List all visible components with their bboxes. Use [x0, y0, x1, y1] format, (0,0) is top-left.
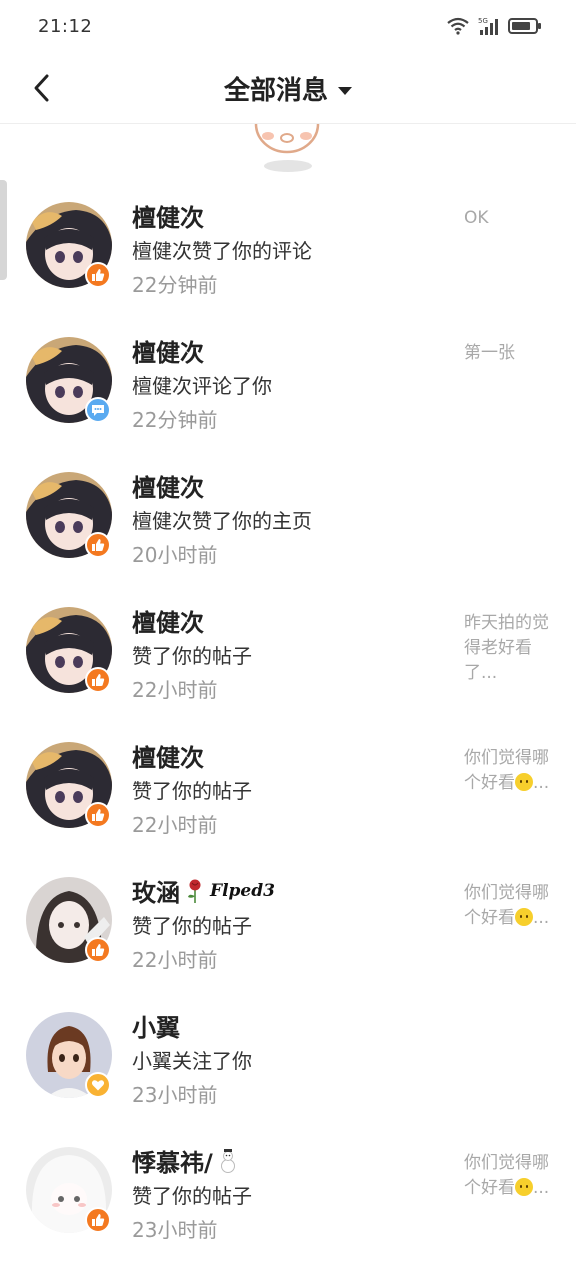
message-filter-dropdown[interactable]: 全部消息	[0, 70, 576, 107]
smiley-emoji-icon	[515, 1178, 533, 1196]
heart-icon	[91, 1080, 105, 1091]
notification-row[interactable]: 檀健次 檀健次评论了你 22分钟前 第一张	[0, 317, 576, 452]
timestamp: 20小时前	[132, 543, 218, 567]
notification-row[interactable]: 檀健次 赞了你的帖子 22小时前 你们觉得哪个好看...	[0, 722, 576, 857]
svg-text:5G: 5G	[478, 17, 488, 25]
nav-bar: 全部消息	[0, 52, 576, 124]
caret-down-icon	[338, 86, 352, 95]
action-text: 檀健次赞了你的评论	[132, 239, 312, 263]
action-text: 檀健次评论了你	[132, 374, 272, 398]
thumbs-up-icon	[92, 1214, 105, 1226]
like-badge	[85, 262, 111, 288]
action-text: 赞了你的帖子	[132, 644, 252, 668]
timestamp: 22分钟前	[132, 273, 218, 297]
rose-icon	[188, 879, 201, 903]
notification-row[interactable]: 檀健次 檀健次赞了你的评论 22分钟前 OK	[0, 182, 576, 317]
user-name[interactable]: 小翼	[132, 1008, 180, 1043]
action-text: 赞了你的帖子	[132, 779, 252, 803]
timestamp: 22小时前	[132, 678, 218, 702]
thumbs-up-icon	[92, 809, 105, 821]
like-badge	[85, 667, 111, 693]
wifi-icon	[447, 17, 469, 35]
timestamp: 22小时前	[132, 948, 218, 972]
notification-row[interactable]: 小翼 小翼关注了你 23小时前	[0, 992, 576, 1127]
notification-row[interactable]: 悸慕祎/ 赞了你的帖子 23小时前 你们觉得哪个好看...	[0, 1127, 576, 1262]
notification-row[interactable]: 玫涵 Flped3 赞了你的帖子 22小时前 你们觉得哪个好看...	[0, 857, 576, 992]
snowman-icon	[220, 1148, 235, 1173]
status-time: 21:12	[38, 16, 93, 37]
referenced-content[interactable]: 你们觉得哪个好看...	[464, 1151, 554, 1201]
action-text: 赞了你的帖子	[132, 914, 252, 938]
user-name[interactable]: 檀健次	[132, 198, 204, 233]
smiley-emoji-icon	[515, 908, 533, 926]
follow-badge	[85, 1072, 111, 1098]
name-signature: Flped3	[210, 880, 275, 901]
notification-row[interactable]: 檀健次 赞了你的帖子 22小时前 昨天拍的觉得老好看了...	[0, 587, 576, 722]
referenced-content[interactable]: OK	[464, 206, 554, 231]
thumbs-up-icon	[92, 539, 105, 551]
user-name[interactable]: 檀健次	[132, 738, 204, 773]
like-badge	[85, 1207, 111, 1233]
notification-row[interactable]: 檀健次 檀健次赞了你的主页 20小时前	[0, 452, 576, 587]
pull-shadow	[264, 160, 312, 172]
user-name[interactable]: 悸慕祎/	[132, 1143, 239, 1178]
status-bar: 21:12 5G	[0, 0, 576, 52]
thumbs-up-icon	[92, 944, 105, 956]
user-name[interactable]: 檀健次	[132, 333, 204, 368]
like-badge	[85, 937, 111, 963]
cellular-signal-icon: 5G	[478, 17, 498, 35]
comment-badge	[85, 397, 111, 423]
user-name[interactable]: 玫涵 Flped3	[132, 873, 275, 908]
timestamp: 23小时前	[132, 1083, 218, 1107]
referenced-content[interactable]: 你们觉得哪个好看...	[464, 746, 554, 796]
like-badge	[85, 802, 111, 828]
mascot-icon	[254, 124, 320, 154]
action-text: 赞了你的帖子	[132, 1184, 252, 1208]
user-name[interactable]: 檀健次	[132, 468, 204, 503]
action-text: 小翼关注了你	[132, 1049, 252, 1073]
smiley-emoji-icon	[515, 773, 533, 791]
page-title: 全部消息	[223, 76, 328, 106]
timestamp: 23小时前	[132, 1218, 218, 1242]
like-badge	[85, 532, 111, 558]
timestamp: 22小时前	[132, 813, 218, 837]
thumbs-up-icon	[92, 674, 105, 686]
action-text: 檀健次赞了你的主页	[132, 509, 312, 533]
referenced-content[interactable]: 第一张	[464, 341, 554, 366]
user-name[interactable]: 檀健次	[132, 603, 204, 638]
referenced-content[interactable]: 昨天拍的觉得老好看了...	[464, 611, 554, 686]
referenced-content[interactable]: 你们觉得哪个好看...	[464, 881, 554, 931]
chat-bubble-icon	[92, 405, 104, 416]
thumbs-up-icon	[92, 269, 105, 281]
battery-icon	[508, 18, 541, 34]
status-icons: 5G	[446, 14, 542, 38]
timestamp: 22分钟前	[132, 408, 218, 432]
pull-refresh-area	[0, 124, 576, 180]
